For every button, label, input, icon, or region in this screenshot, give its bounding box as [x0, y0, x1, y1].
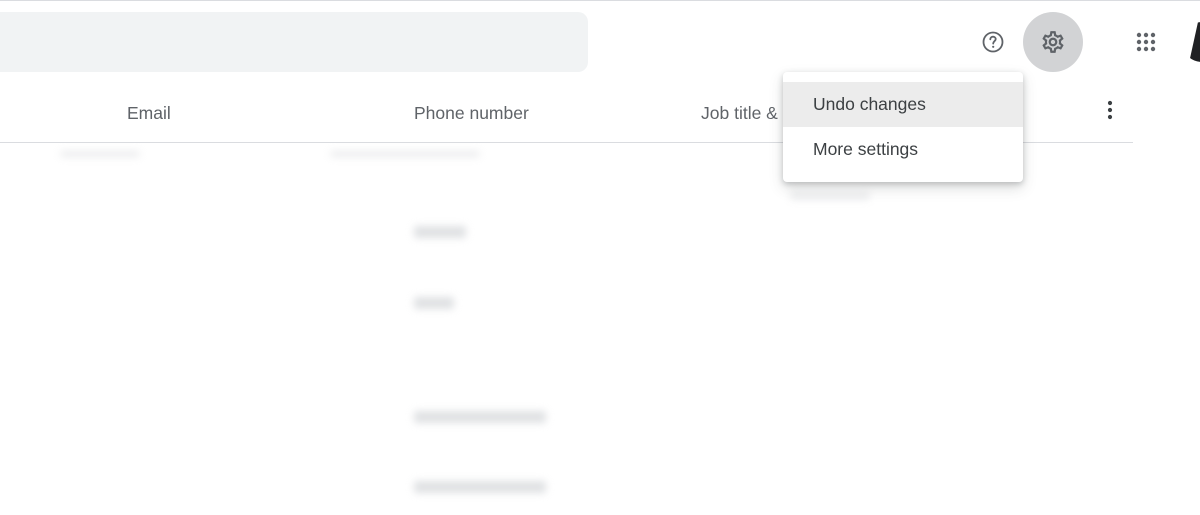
contacts-page: Email Phone number Job title & company U…	[0, 0, 1200, 515]
redacted-cell	[414, 297, 454, 309]
help-circle-icon	[982, 31, 1004, 53]
redacted-cell	[330, 151, 480, 157]
column-options-button[interactable]	[1094, 94, 1126, 126]
column-header-phone[interactable]: Phone number	[414, 103, 529, 124]
redacted-cell	[414, 481, 546, 493]
redacted-cell	[60, 151, 140, 157]
top-divider	[0, 0, 1200, 1]
settings-button[interactable]	[1023, 12, 1083, 72]
redacted-cell	[790, 192, 870, 200]
menu-item-more-settings[interactable]: More settings	[783, 127, 1023, 172]
avatar[interactable]	[1189, 22, 1200, 62]
settings-menu: Undo changes More settings	[783, 72, 1023, 182]
apps-grid-icon	[1136, 32, 1156, 52]
redacted-cell	[414, 411, 546, 423]
apps-button[interactable]	[1122, 18, 1170, 66]
gear-icon	[1042, 31, 1064, 53]
help-button[interactable]	[969, 18, 1017, 66]
search-input[interactable]	[0, 12, 588, 72]
menu-item-undo-changes[interactable]: Undo changes	[783, 82, 1023, 127]
column-header-email[interactable]: Email	[127, 103, 171, 124]
more-vert-icon	[1107, 100, 1113, 120]
redacted-cell	[414, 226, 466, 238]
